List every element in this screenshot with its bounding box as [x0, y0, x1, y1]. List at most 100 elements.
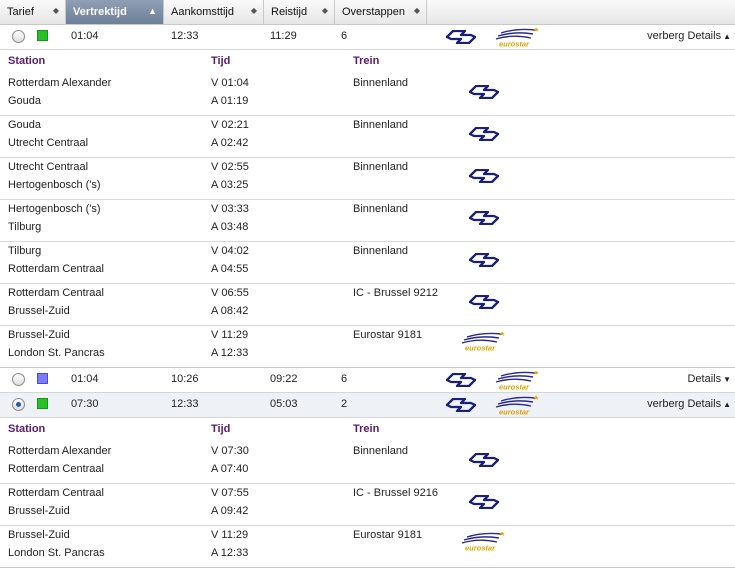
train-name: Eurostar 9181	[353, 329, 423, 341]
leg-row: Tilburg Rotterdam Centraal V 04:02 A 04:55 B…	[0, 242, 735, 284]
column-label: Overstappen	[342, 6, 405, 18]
arrival-station: Rotterdam Centraal	[8, 263, 104, 275]
sort-icon: ◆	[413, 6, 420, 15]
departure-time: 01:04	[71, 373, 99, 385]
departure-station: Gouda	[8, 119, 42, 131]
ns-logo-icon	[446, 398, 476, 412]
tariff-indicator	[37, 30, 48, 41]
ns-logo-icon	[469, 495, 499, 509]
departure-station: Tilburg	[8, 245, 42, 257]
travel-duration: 05:03	[270, 398, 298, 410]
trip-row[interactable]: 07:30 12:33 05:03 2 eurostar verberg Details ▲	[0, 393, 735, 418]
leg-arrival-time: A 03:48	[211, 221, 249, 233]
arrival-station: Rotterdam Centraal	[8, 463, 104, 475]
leg-arrival-time: A 08:42	[211, 305, 249, 317]
train-name: Binnenland	[353, 203, 409, 215]
leg-arrival-time: A 07:40	[211, 463, 249, 475]
leg-departure-time: V 02:55	[211, 161, 249, 173]
expand-icon: ▼	[723, 375, 731, 384]
sort-icon: ◆	[250, 6, 257, 15]
departure-station: Hertogenbosch ('s)	[8, 203, 101, 215]
leg-row: Hertogenbosch ('s) Tilburg V 03:33 A 03:48 B…	[0, 200, 735, 242]
leg-departure-time: V 03:33	[211, 203, 249, 215]
details-label: verberg Details	[647, 398, 722, 410]
results-table: Tarief ◆ Vertrektijd ▲ Aankomsttijd ◆ Re…	[0, 0, 735, 568]
arrival-time: 12:33	[171, 398, 199, 410]
station-header: Station	[8, 55, 46, 67]
travel-duration: 09:22	[270, 373, 298, 385]
train-header: Trein	[353, 423, 380, 435]
arrival-time: 12:33	[171, 30, 199, 42]
leg-row: Rotterdam Centraal Brussel-Zuid V 06:55 A 0…	[0, 284, 735, 326]
trip-list: 01:04 12:33 11:29 6 eurostar verberg Details ▲…	[0, 25, 735, 568]
details-label: verberg Details	[647, 30, 722, 42]
departure-station: Rotterdam Alexander	[8, 77, 112, 89]
eurostar-logo-text: eurostar	[499, 408, 530, 417]
column-label: Aankomsttijd	[171, 6, 234, 18]
departure-station: Brussel-Zuid	[8, 529, 70, 541]
leg-arrival-time: A 12:33	[211, 547, 249, 559]
train-name: Binnenland	[353, 245, 409, 257]
leg-departure-time: V 11:29	[211, 329, 249, 341]
time-header: Tijd	[211, 423, 231, 435]
trip-radio[interactable]	[12, 373, 25, 386]
trip-row[interactable]: 01:04 10:26 09:22 6 eurostar Details ▼	[0, 368, 735, 393]
column-reistijd[interactable]: Reistijd ◆	[264, 0, 335, 24]
train-name: Binnenland	[353, 445, 409, 457]
eurostar-logo-text: eurostar	[499, 383, 530, 392]
column-aankomsttijd[interactable]: Aankomsttijd ◆	[164, 0, 264, 24]
ns-logo-icon	[469, 169, 499, 183]
leg-departure-time: V 01:04	[211, 77, 249, 89]
column-empty	[427, 0, 735, 24]
departure-time: 07:30	[71, 398, 99, 410]
leg-arrival-time: A 02:42	[211, 137, 249, 149]
details-toggle[interactable]: verberg Details ▲	[647, 398, 731, 410]
tariff-indicator	[37, 373, 48, 384]
eurostar-logo-icon: eurostar	[495, 395, 539, 417]
trip-radio[interactable]	[12, 30, 25, 43]
train-name: Eurostar 9181	[353, 529, 423, 541]
eurostar-logo-icon: eurostar	[461, 531, 505, 552]
leg-row: Rotterdam Centraal Brussel-Zuid V 07:55 A 0…	[0, 484, 735, 526]
column-label: Vertrektijd	[73, 6, 127, 18]
leg-arrival-time: A 01:19	[211, 95, 249, 107]
departure-time: 01:04	[71, 30, 99, 42]
eurostar-logo-icon: eurostar	[495, 370, 539, 392]
time-header: Tijd	[211, 55, 231, 67]
column-header-row: Tarief ◆ Vertrektijd ▲ Aankomsttijd ◆ Re…	[0, 0, 735, 25]
trip-radio[interactable]	[12, 398, 25, 411]
tariff-indicator	[37, 398, 48, 409]
arrival-station: Hertogenbosch ('s)	[8, 179, 101, 191]
arrival-station: Gouda	[8, 95, 42, 107]
trip-row[interactable]: 01:04 12:33 11:29 6 eurostar verberg Details ▲	[0, 25, 735, 50]
details-toggle[interactable]: verberg Details ▲	[647, 30, 731, 42]
column-vertrektijd[interactable]: Vertrektijd ▲	[66, 0, 164, 24]
eurostar-logo-icon: eurostar	[495, 27, 539, 48]
leg-departure-time: V 07:30	[211, 445, 249, 457]
details-header: Station Tijd Trein	[0, 418, 735, 442]
leg-departure-time: V 11:29	[211, 529, 249, 541]
train-header: Trein	[353, 55, 380, 67]
details-toggle[interactable]: Details ▼	[687, 373, 731, 385]
ns-logo-icon	[446, 30, 476, 44]
leg-departure-time: V 02:21	[211, 119, 249, 131]
leg-row: Rotterdam Alexander Gouda V 01:04 A 01:19 Bi…	[0, 74, 735, 116]
train-name: Binnenland	[353, 161, 409, 173]
details-header: Station Tijd Trein	[0, 50, 735, 74]
details-label: Details	[687, 373, 722, 385]
departure-station: Brussel-Zuid	[8, 329, 70, 341]
leg-arrival-time: A 03:25	[211, 179, 249, 191]
arrival-station: Brussel-Zuid	[8, 505, 70, 517]
departure-station: Rotterdam Centraal	[8, 487, 104, 499]
column-label: Tarief	[7, 6, 34, 18]
ns-logo-icon	[469, 453, 499, 467]
ns-logo-icon	[469, 127, 499, 141]
sort-icon: ◆	[52, 6, 59, 15]
column-overstappen[interactable]: Overstappen ◆	[335, 0, 427, 24]
column-tarief[interactable]: Tarief ◆	[0, 0, 66, 24]
arrival-station: Utrecht Centraal	[8, 137, 89, 149]
column-label: Reistijd	[271, 6, 308, 18]
leg-row: Brussel-Zuid London St. Pancras V 11:29 A 1…	[0, 526, 735, 568]
transfer-count: 2	[341, 398, 348, 410]
ns-logo-icon	[469, 211, 499, 225]
